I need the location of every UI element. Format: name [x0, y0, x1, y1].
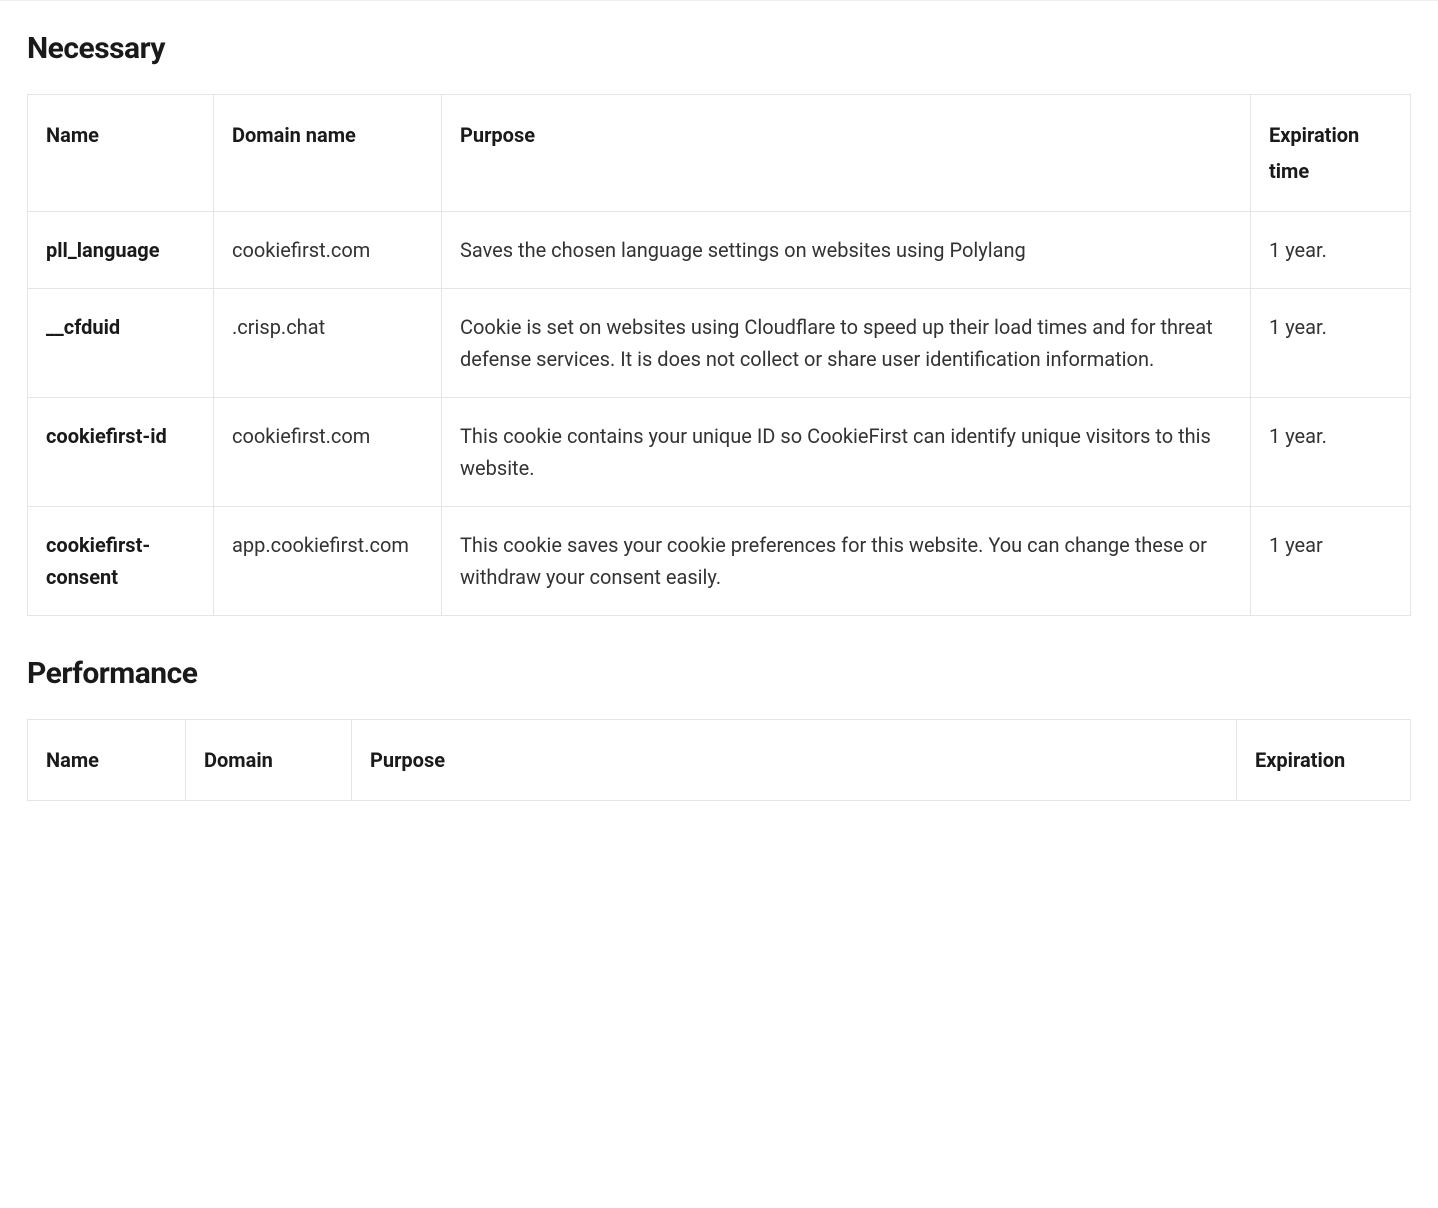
cookie-domain: cookiefirst.com [214, 212, 442, 289]
cookie-table-performance: Name Domain Purpose Expiration [27, 719, 1411, 801]
cookie-name: cookiefirst-id [28, 398, 214, 507]
cookie-domain: app.cookiefirst.com [214, 507, 442, 616]
cookie-domain: cookiefirst.com [214, 398, 442, 507]
cookie-expiration: 1 year. [1251, 398, 1411, 507]
column-header-purpose: Purpose [442, 95, 1251, 212]
cookie-purpose: Saves the chosen language settings on we… [442, 212, 1251, 289]
cookie-expiration: 1 year. [1251, 289, 1411, 398]
section-heading-necessary: Necessary [27, 31, 1411, 66]
column-header-domain: Domain [186, 720, 352, 801]
cookie-name: cookiefirst-consent [28, 507, 214, 616]
cookie-name: pll_language [28, 212, 214, 289]
table-header-row: Name Domain name Purpose Expiration time [28, 95, 1411, 212]
cookie-purpose: This cookie saves your cookie preference… [442, 507, 1251, 616]
cookie-purpose: Cookie is set on websites using Cloudfla… [442, 289, 1251, 398]
cookie-name: __cfduid [28, 289, 214, 398]
column-header-expiration: Expiration [1237, 720, 1411, 801]
column-header-purpose: Purpose [352, 720, 1237, 801]
section-heading-performance: Performance [27, 656, 1411, 691]
cookie-domain: .crisp.chat [214, 289, 442, 398]
column-header-domain: Domain name [214, 95, 442, 212]
table-header-row: Name Domain Purpose Expiration [28, 720, 1411, 801]
column-header-name: Name [28, 720, 186, 801]
cookie-expiration: 1 year [1251, 507, 1411, 616]
column-header-expiration: Expiration time [1251, 95, 1411, 212]
table-row: cookiefirst-consent app.cookiefirst.com … [28, 507, 1411, 616]
table-row: cookiefirst-id cookiefirst.com This cook… [28, 398, 1411, 507]
cookie-table-necessary: Name Domain name Purpose Expiration time… [27, 94, 1411, 616]
table-row: pll_language cookiefirst.com Saves the c… [28, 212, 1411, 289]
cookie-expiration: 1 year. [1251, 212, 1411, 289]
column-header-name: Name [28, 95, 214, 212]
table-row: __cfduid .crisp.chat Cookie is set on we… [28, 289, 1411, 398]
cookie-purpose: This cookie contains your unique ID so C… [442, 398, 1251, 507]
